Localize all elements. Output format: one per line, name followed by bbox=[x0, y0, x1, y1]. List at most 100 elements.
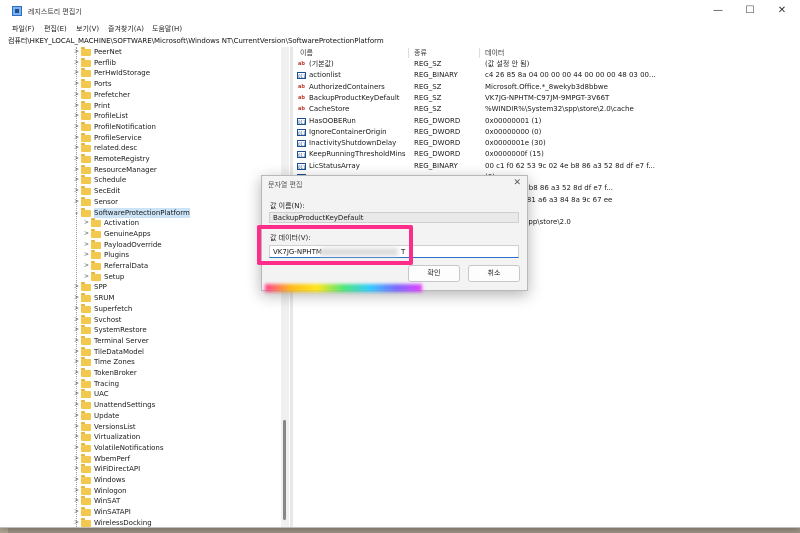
tree-item[interactable]: > Sensor bbox=[8, 196, 278, 207]
chevron-right-icon[interactable]: > bbox=[74, 282, 79, 292]
chevron-right-icon[interactable]: > bbox=[74, 422, 79, 432]
chevron-right-icon[interactable]: > bbox=[74, 304, 79, 314]
chevron-right-icon[interactable]: > bbox=[74, 143, 79, 153]
tree-item[interactable]: > Print bbox=[8, 100, 278, 111]
chevron-right-icon[interactable]: > bbox=[74, 293, 79, 303]
chevron-right-icon[interactable]: > bbox=[74, 154, 79, 164]
chevron-right-icon[interactable]: > bbox=[74, 122, 79, 132]
tree-item[interactable]: > ProfileList bbox=[8, 111, 278, 121]
chevron-right-icon[interactable]: > bbox=[74, 389, 79, 399]
chevron-right-icon[interactable]: > bbox=[74, 486, 79, 496]
tree-item[interactable]: ⌄ SoftwareProtectionPlatform bbox=[8, 207, 278, 218]
ok-button[interactable]: 확인 bbox=[408, 265, 460, 282]
chevron-right-icon[interactable]: > bbox=[74, 336, 79, 346]
tree-item[interactable]: > Windows bbox=[8, 475, 278, 485]
chevron-right-icon[interactable]: > bbox=[74, 357, 79, 367]
chevron-right-icon[interactable]: > bbox=[74, 90, 79, 100]
chevron-right-icon[interactable]: > bbox=[74, 347, 79, 357]
tree-item[interactable]: > Tracing bbox=[8, 378, 278, 389]
column-separator[interactable] bbox=[408, 48, 409, 58]
chevron-down-icon[interactable]: ⌄ bbox=[74, 208, 79, 218]
chevron-right-icon[interactable]: > bbox=[74, 475, 79, 485]
chevron-right-icon[interactable]: > bbox=[74, 432, 79, 442]
address-bar[interactable]: 컴퓨터\HKEY_LOCAL_MACHINE\SOFTWARE\Microsof… bbox=[8, 36, 792, 46]
menu-edit[interactable]: 편집(E) bbox=[44, 24, 67, 34]
value-row[interactable]: ab AuthorizedContainers REG_SZ Microsoft.Of… bbox=[294, 82, 794, 93]
column-header-type[interactable]: 종류 bbox=[414, 47, 427, 59]
tree-item[interactable]: > WirelessDocking bbox=[8, 517, 278, 527]
chevron-right-icon[interactable]: > bbox=[74, 79, 79, 89]
tree-item[interactable]: > Activation bbox=[8, 218, 278, 228]
tree-item[interactable]: > Update bbox=[8, 410, 278, 421]
value-row[interactable]: 011 IgnoreContainerOrigin REG_DWORD 0x00000… bbox=[294, 127, 794, 138]
tree-item[interactable]: > PeerNet bbox=[8, 47, 278, 57]
column-header-data[interactable]: 데이터 bbox=[485, 47, 504, 59]
tree-item[interactable]: > ProfileService bbox=[8, 132, 278, 143]
tree-item[interactable]: > Virtualization bbox=[8, 432, 278, 442]
chevron-right-icon[interactable]: > bbox=[74, 368, 79, 378]
tree-item[interactable]: > PerHwIdStorage bbox=[8, 68, 278, 78]
tree-item[interactable]: > RemoteRegistry bbox=[8, 154, 278, 164]
tree-item[interactable]: > SecEdit bbox=[8, 186, 278, 196]
chevron-right-icon[interactable]: > bbox=[74, 411, 79, 421]
tree-item[interactable]: > Prefetcher bbox=[8, 89, 278, 100]
value-row[interactable]: 011 LicStatusArray REG_BINARY 00 c1 f0 62 5… bbox=[294, 161, 794, 172]
chevron-right-icon[interactable]: > bbox=[74, 47, 79, 57]
tree-item[interactable]: > PayloadOverride bbox=[8, 239, 278, 250]
tree-item[interactable]: > Winlogon bbox=[8, 485, 278, 496]
chevron-right-icon[interactable]: > bbox=[74, 101, 79, 111]
column-separator[interactable] bbox=[479, 48, 480, 58]
tree-item[interactable]: > VersionsList bbox=[8, 421, 278, 432]
column-header-name[interactable]: 이름 bbox=[300, 47, 313, 59]
tree-item[interactable]: > UnattendSettings bbox=[8, 400, 278, 410]
chevron-right-icon[interactable]: > bbox=[84, 218, 89, 228]
chevron-right-icon[interactable]: > bbox=[84, 229, 89, 239]
chevron-right-icon[interactable]: > bbox=[84, 261, 89, 271]
tree-item[interactable]: > WbemPerf bbox=[8, 453, 278, 464]
chevron-right-icon[interactable]: > bbox=[74, 111, 79, 121]
chevron-right-icon[interactable]: > bbox=[74, 507, 79, 517]
menu-favorites[interactable]: 즐겨찾기(A) bbox=[108, 24, 144, 34]
tree-item[interactable]: > Superfetch bbox=[8, 303, 278, 314]
tree-item[interactable]: > SRUM bbox=[8, 293, 278, 303]
tree-item[interactable]: > UAC bbox=[8, 389, 278, 399]
close-button[interactable]: ✕ bbox=[769, 4, 795, 18]
value-row[interactable]: ab (기본값) REG_SZ (값 설정 안 됨) bbox=[294, 59, 794, 70]
menu-file[interactable]: 파일(F) bbox=[12, 24, 34, 34]
tree-item[interactable]: > Plugins bbox=[8, 250, 278, 260]
tree-item[interactable]: > related.desc bbox=[8, 143, 278, 153]
tree-item[interactable]: > ProfileNotification bbox=[8, 121, 278, 132]
chevron-right-icon[interactable]: > bbox=[74, 496, 79, 506]
tree-item[interactable]: > Setup bbox=[8, 271, 278, 282]
tree-item[interactable]: > ReferralData bbox=[8, 261, 278, 271]
dialog-close-icon[interactable]: ✕ bbox=[513, 178, 521, 188]
chevron-right-icon[interactable]: > bbox=[74, 165, 79, 175]
maximize-button[interactable]: ☐ bbox=[737, 4, 763, 18]
tree-item[interactable]: > SystemRestore bbox=[8, 325, 278, 335]
chevron-right-icon[interactable]: > bbox=[74, 454, 79, 464]
tree-item[interactable]: > Perflib bbox=[8, 57, 278, 68]
value-row[interactable]: 011 KeepRunningThresholdMins REG_DWORD 0x00… bbox=[294, 149, 794, 160]
cancel-button[interactable]: 취소 bbox=[468, 265, 520, 282]
tree-item[interactable]: > WinSATAPI bbox=[8, 507, 278, 517]
chevron-right-icon[interactable]: > bbox=[74, 68, 79, 78]
chevron-right-icon[interactable]: > bbox=[74, 197, 79, 207]
tree-item[interactable]: > WiFiDirectAPI bbox=[8, 464, 278, 474]
value-row[interactable]: 011 actionlist REG_BINARY c4 26 85 8a 04 00… bbox=[294, 70, 794, 81]
menu-view[interactable]: 보기(V) bbox=[76, 24, 99, 34]
value-row[interactable]: 011 InactivityShutdownDelay REG_DWORD 0x000… bbox=[294, 138, 794, 149]
tree-item[interactable]: > VolatileNotifications bbox=[8, 442, 278, 453]
chevron-right-icon[interactable]: > bbox=[74, 175, 79, 185]
tree-item[interactable]: > Time Zones bbox=[8, 357, 278, 367]
value-row[interactable]: 011 HasOOBERun REG_DWORD 0x00000001 (1) bbox=[294, 116, 794, 127]
minimize-button[interactable]: — bbox=[705, 4, 731, 18]
tree-item[interactable]: > ResourceManager bbox=[8, 164, 278, 175]
tree-item[interactable]: > SPP bbox=[8, 282, 278, 292]
tree-item[interactable]: > TokenBroker bbox=[8, 368, 278, 378]
menu-help[interactable]: 도움말(H) bbox=[152, 24, 182, 34]
chevron-right-icon[interactable]: > bbox=[74, 400, 79, 410]
tree-scrollbar-thumb[interactable] bbox=[283, 420, 286, 520]
chevron-right-icon[interactable]: > bbox=[74, 379, 79, 389]
chevron-right-icon[interactable]: > bbox=[74, 58, 79, 68]
chevron-right-icon[interactable]: > bbox=[74, 315, 79, 325]
